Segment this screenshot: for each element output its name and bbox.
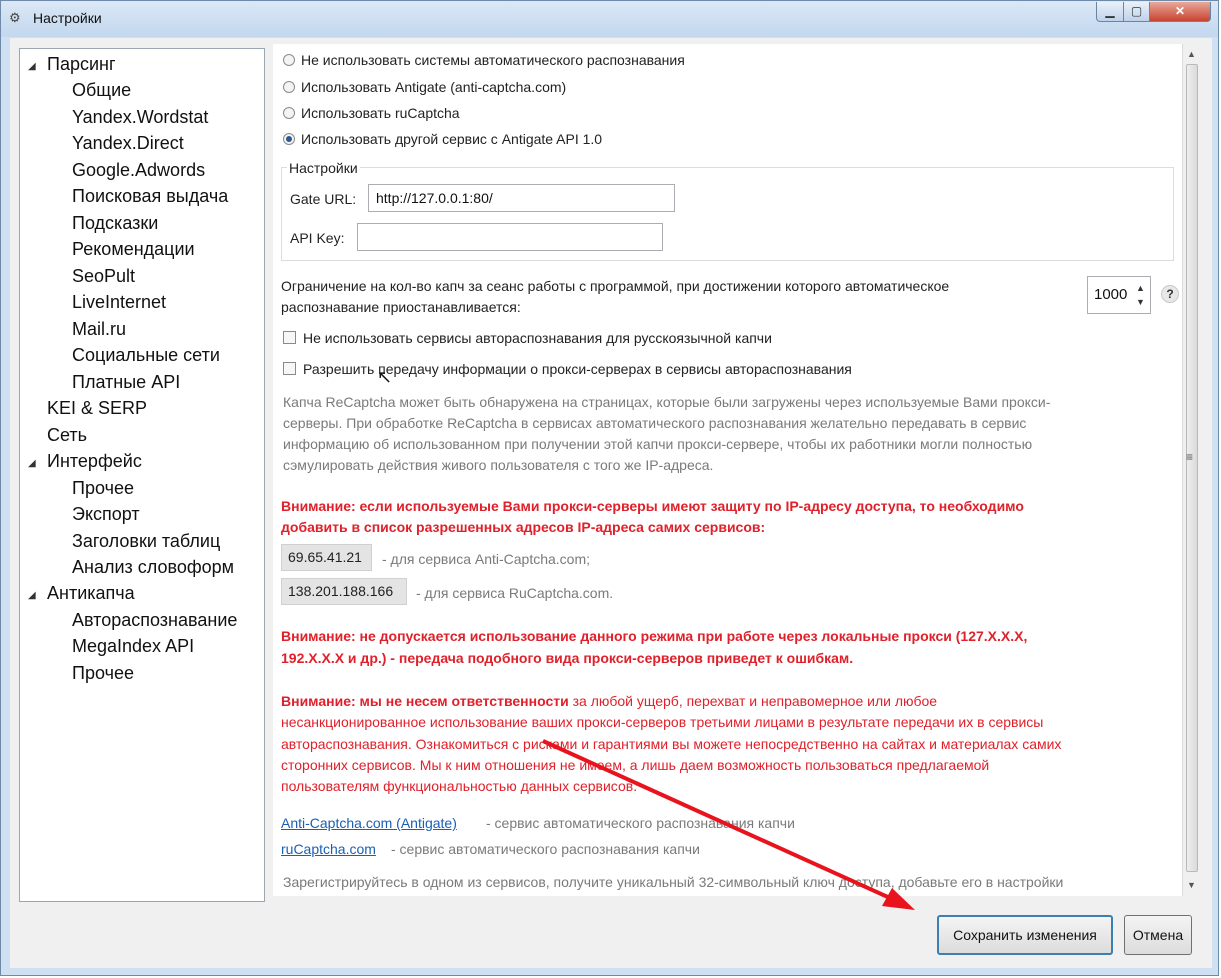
tree-item-interface[interactable]: Интерфейс xyxy=(47,451,142,472)
warning2-line2: 192.X.X.X и др.) - передача подобного ви… xyxy=(281,650,854,666)
radio-no-recognition[interactable] xyxy=(283,54,295,66)
minimize-button[interactable]: ▁ xyxy=(1096,2,1124,22)
gate-url-input[interactable]: http://127.0.0.1:80/ xyxy=(368,184,675,212)
tree-item-hints[interactable]: Подсказки xyxy=(72,213,158,234)
radio-label-antigate: Использовать Antigate (anti-captcha.com) xyxy=(301,79,567,95)
gear-icon: ⚙ xyxy=(9,10,21,25)
tree-item-wordstat[interactable]: Yandex.Wordstat xyxy=(72,107,208,128)
title-bar[interactable]: ⚙ Настройки ▁ ▢ ✕ xyxy=(1,1,1218,37)
settings-tree: ◢ Парсинг Общие Yandex.Wordstat Yandex.D… xyxy=(19,48,265,902)
scroll-down-icon[interactable]: ▼ xyxy=(1187,880,1196,890)
captcha-limit-value[interactable]: 1000 xyxy=(1094,286,1127,303)
warning3-rest: за любой ущерб, перехват и неправомерное… xyxy=(568,693,938,709)
checkbox-pass-proxy[interactable] xyxy=(283,362,296,375)
api-key-input[interactable] xyxy=(357,223,663,251)
warning1-line2: добавить в список разрешенных адресов IP… xyxy=(281,519,766,535)
help-icon[interactable]: ? xyxy=(1161,285,1179,303)
collapse-arrow-icon[interactable]: ◢ xyxy=(28,61,36,72)
window-title: Настройки xyxy=(33,10,102,26)
radio-label-no-recognition: Не использовать системы автоматического … xyxy=(301,52,685,68)
tree-item-other[interactable]: Прочее xyxy=(72,478,134,499)
warning2-line1: Внимание: не допускается использование д… xyxy=(281,628,1028,644)
maximize-button[interactable]: ▢ xyxy=(1123,2,1150,22)
warning1-line1: Внимание: если используемые Вами прокси-… xyxy=(281,498,1024,514)
tree-item-paid-api[interactable]: Платные API xyxy=(72,372,180,393)
tree-item-mailru[interactable]: Mail.ru xyxy=(72,319,126,340)
radio-other-service[interactable] xyxy=(283,133,295,145)
ip-desc-rucaptcha: - для сервиса RuCaptcha.com. xyxy=(416,585,614,601)
info-line-1: Капча ReCaptcha может быть обнаружена на… xyxy=(283,394,1051,410)
tree-item-parsing[interactable]: Парсинг xyxy=(47,54,116,75)
captcha-limit-stepper[interactable]: 1000 ▲ ▼ xyxy=(1087,276,1151,314)
link-desc-anticaptcha: - сервис автоматического распознавания к… xyxy=(486,815,795,831)
tree-item-direct[interactable]: Yandex.Direct xyxy=(72,133,184,154)
scroll-up-icon[interactable]: ▲ xyxy=(1187,49,1196,59)
collapse-arrow-icon[interactable]: ◢ xyxy=(28,590,36,601)
info-line-3: информацию об использованном при получен… xyxy=(283,436,1033,452)
warning3-line3: автораспознавания. Ознакомиться с рискам… xyxy=(281,736,1062,752)
tree-item-anticaptcha[interactable]: Антикапча xyxy=(47,583,135,604)
tree-item-autorecognition[interactable]: Автораспознавание xyxy=(72,610,237,631)
warning3-line4: сторонних сервисов. Мы к ним отношения н… xyxy=(281,757,990,773)
radio-label-other-service: Использовать другой сервис с Antigate AP… xyxy=(301,131,603,147)
vertical-scrollbar[interactable]: ▲ ≡ ▼ xyxy=(1182,44,1202,896)
tree-item-liveinternet[interactable]: LiveInternet xyxy=(72,292,166,313)
info-line-2: серверы. При обработке ReCaptcha в серви… xyxy=(283,415,1027,431)
warning3-line2: несанкционированное использование ваших … xyxy=(281,714,1044,730)
warning3-line1: Внимание: мы не несем ответственности за… xyxy=(281,693,937,709)
gate-url-label: Gate URL: xyxy=(290,191,357,207)
ip-box-anticaptcha[interactable]: 69.65.41.21 xyxy=(281,544,372,571)
tree-item-recommendations[interactable]: Рекомендации xyxy=(72,239,195,260)
tree-item-serp[interactable]: Поисковая выдача xyxy=(72,186,228,207)
info-line-4: сэмулировать действия живого пользовател… xyxy=(283,457,714,473)
checkbox-label-no-russian: Не использовать сервисы автораспознавани… xyxy=(303,330,772,346)
ip-desc-anticaptcha: - для сервиса Anti-Captcha.com; xyxy=(382,551,591,567)
tree-item-social[interactable]: Социальные сети xyxy=(72,345,220,366)
tree-item-general[interactable]: Общие xyxy=(72,80,131,101)
radio-label-rucaptcha: Использовать ruCaptcha xyxy=(301,105,460,121)
groupbox-title: Настройки xyxy=(287,160,360,176)
tree-item-table-headers[interactable]: Заголовки таблиц xyxy=(72,531,220,552)
bottom-note: Зарегистрируйтесь в одном из сервисов, п… xyxy=(283,874,1064,890)
tree-item-adwords[interactable]: Google.Adwords xyxy=(72,160,205,181)
scroll-grip-icon: ≡ xyxy=(1186,450,1194,464)
scroll-thumb[interactable] xyxy=(1186,64,1198,872)
tree-item-export[interactable]: Экспорт xyxy=(72,504,140,525)
save-button[interactable]: Сохранить изменения xyxy=(937,915,1113,955)
close-button[interactable]: ✕ xyxy=(1149,2,1211,22)
link-anticaptcha[interactable]: Anti-Captcha.com (Antigate) xyxy=(281,815,457,831)
tree-item-network[interactable]: Сеть xyxy=(47,425,87,446)
radio-antigate[interactable] xyxy=(283,81,295,93)
tree-item-megaindex-api[interactable]: MegaIndex API xyxy=(72,636,194,657)
warning3-bold: Внимание: мы не несем ответственности xyxy=(281,693,569,709)
checkbox-no-russian[interactable] xyxy=(283,331,296,344)
collapse-arrow-icon[interactable]: ◢ xyxy=(28,458,36,469)
cancel-button[interactable]: Отмена xyxy=(1124,915,1192,955)
ip-box-rucaptcha[interactable]: 138.201.188.166 xyxy=(281,578,407,605)
link-rucaptcha[interactable]: ruCaptcha.com xyxy=(281,841,376,857)
tree-item-kei-serp[interactable]: KEI & SERP xyxy=(47,398,147,419)
limit-text-line2: распознавание приостанавливается: xyxy=(281,299,521,315)
tree-item-seopult[interactable]: SeoPult xyxy=(72,266,135,287)
tree-item-wordforms[interactable]: Анализ словоформ xyxy=(72,557,234,578)
stepper-up-icon[interactable]: ▲ xyxy=(1136,283,1145,293)
radio-rucaptcha[interactable] xyxy=(283,107,295,119)
mouse-cursor-icon: ↖ xyxy=(377,367,393,387)
warning3-line5: пользователям функциональностью данных с… xyxy=(281,778,638,794)
tree-item-other-2[interactable]: Прочее xyxy=(72,663,134,684)
link-desc-rucaptcha: - сервис автоматического распознавания к… xyxy=(391,841,700,857)
limit-text-line1: Ограничение на кол-во капч за сеанс рабо… xyxy=(281,278,950,294)
api-key-label: API Key: xyxy=(290,230,345,246)
stepper-down-icon[interactable]: ▼ xyxy=(1136,297,1145,307)
